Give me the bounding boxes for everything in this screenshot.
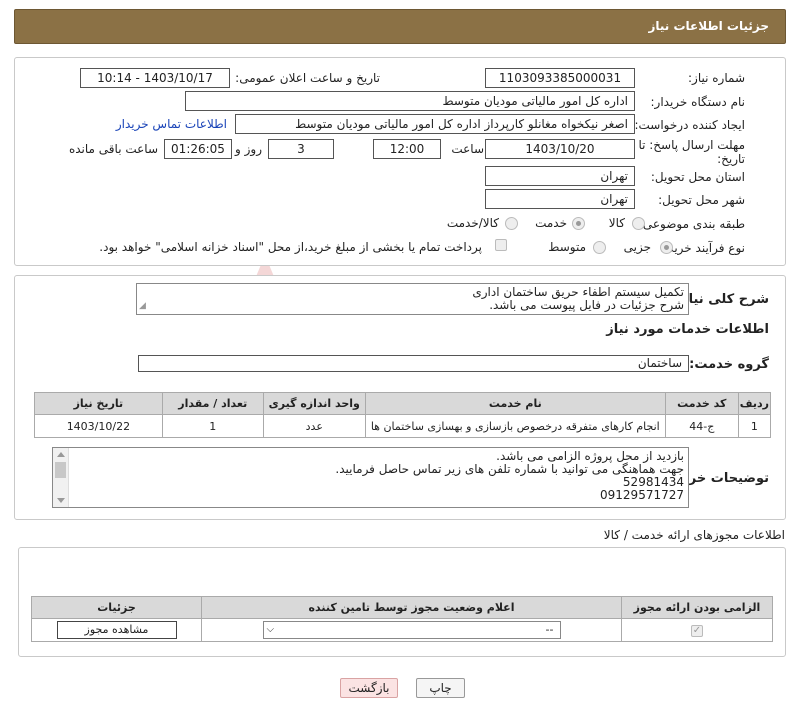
deadline-date-field: 1403/10/20 xyxy=(485,139,635,159)
process-radio-minor[interactable] xyxy=(660,241,673,254)
buyer-notes-line-2: جهت هماهنگی می توانید با شماره تلفن های … xyxy=(335,462,684,476)
services-section-title: اطلاعات خدمات مورد نیاز xyxy=(606,322,769,337)
days-remaining-field: 3 xyxy=(268,139,334,159)
col-service-code: کد خدمت xyxy=(664,392,739,415)
summary-label: شرح کلی نیاز: xyxy=(675,292,769,307)
cell-service-code: ج-44 xyxy=(664,414,739,438)
requester-label: ایجاد کننده درخواست: xyxy=(634,118,745,132)
col-permit-required: الزامی بودن ارائه مجوز xyxy=(621,596,773,619)
category-radio-goods-service[interactable] xyxy=(505,217,518,230)
col-quantity: تعداد / مقدار xyxy=(161,392,264,415)
scroll-down-icon[interactable] xyxy=(57,498,65,503)
cell-permit-required: ✓ xyxy=(621,618,773,642)
permits-table-header: الزامی بودن ارائه مجوز اعلام وضعیت مجوز … xyxy=(31,596,773,619)
page-header: جزئیات اطلاعات نیاز xyxy=(14,9,786,44)
permit-status-select[interactable]: -- ⌵ xyxy=(262,621,561,639)
cell-row: 1 xyxy=(737,414,772,438)
permit-required-checkbox[interactable]: ✓ xyxy=(691,625,703,637)
deadline-date-label: تاریخ: xyxy=(717,152,745,166)
table-row: ✓ -- ⌵ مشاهده مجوز xyxy=(31,618,773,642)
buyer-notes-textarea[interactable]: بازدید از محل پروژه الزامی می باشد. جهت … xyxy=(52,447,689,508)
days-label: روز و xyxy=(235,142,262,156)
permits-title: اطلاعات مجوزهای ارائه خدمت / کالا xyxy=(603,528,785,542)
cell-need-date: 1403/10/22 xyxy=(34,414,163,438)
province-field: تهران xyxy=(485,166,635,186)
cell-permit-status: -- ⌵ xyxy=(201,618,622,642)
category-option-goods-service: کالا/خدمت xyxy=(446,216,499,230)
city-label: شهر محل تحویل: xyxy=(658,193,745,207)
requester-field: اصغر نیکخواه مغانلو کارپرداز اداره کل ام… xyxy=(235,114,635,134)
summary-textarea[interactable]: تکمیل سیستم اطفاء حریق ساختمان اداری شرح… xyxy=(136,283,689,315)
deadline-time-field: 12:00 xyxy=(373,139,441,159)
scroll-up-icon[interactable] xyxy=(57,452,65,457)
remaining-time-field: 01:26:05 xyxy=(164,139,232,159)
service-group-label: گروه خدمت: xyxy=(689,357,769,372)
need-number-field: 1103093385000031 xyxy=(485,68,635,88)
buyer-contact-link[interactable]: اطلاعات تماس خریدار xyxy=(116,117,227,131)
buyer-notes-scrollbar[interactable] xyxy=(53,448,69,507)
table-row: 1 ج-44 انجام کارهای متفرقه درخصوص بازساز… xyxy=(34,414,772,438)
col-unit: واحد اندازه گیری xyxy=(262,392,366,415)
deadline-time-label: ساعت xyxy=(451,142,484,156)
category-option-service: خدمت xyxy=(535,216,567,230)
resize-grip-icon: ◢ xyxy=(139,301,146,311)
cell-permit-details: مشاهده مجوز xyxy=(31,618,202,642)
category-label: طبقه بندی موضوعی: xyxy=(638,217,745,231)
process-option-minor: جزیی xyxy=(623,240,651,254)
permits-table: الزامی بودن ارائه مجوز اعلام وضعیت مجوز … xyxy=(31,596,773,642)
buyer-org-field: اداره کل امور مالیاتی مودیان متوسط xyxy=(185,91,635,111)
treasury-checkbox[interactable] xyxy=(495,239,507,251)
services-table-header: ردیف کد خدمت نام خدمت واحد اندازه گیری ت… xyxy=(34,392,772,415)
announce-label: تاریخ و ساعت اعلان عمومی: xyxy=(235,71,380,85)
need-details-panel xyxy=(14,57,786,266)
cell-unit: عدد xyxy=(262,414,366,438)
deadline-label: مهلت ارسال پاسخ: تا xyxy=(638,138,745,152)
process-option-medium: متوسط xyxy=(548,240,586,254)
category-radio-service[interactable] xyxy=(572,217,585,230)
buyer-notes-line-4: 09129571727 xyxy=(600,488,684,502)
scroll-thumb[interactable] xyxy=(55,462,66,478)
category-option-goods: کالا xyxy=(608,216,625,230)
summary-line-2: شرح جزئیات در فایل پیوست می باشد. xyxy=(489,298,684,312)
print-button[interactable]: چاپ xyxy=(416,678,465,698)
category-radio-goods[interactable] xyxy=(632,217,645,230)
col-permit-details: جزئیات xyxy=(31,596,202,619)
process-radio-medium[interactable] xyxy=(593,241,606,254)
buyer-notes-line-3: 52981434 xyxy=(622,475,684,489)
city-field: تهران xyxy=(485,189,635,209)
view-permit-button[interactable]: مشاهده مجوز xyxy=(56,621,177,639)
buyer-org-label: نام دستگاه خریدار: xyxy=(650,95,746,109)
page-title: جزئیات اطلاعات نیاز xyxy=(648,19,769,33)
permit-status-value: -- xyxy=(545,623,554,636)
col-service-name: نام خدمت xyxy=(364,392,666,415)
cell-service-name: انجام کارهای متفرقه درخصوص بازسازی و بهس… xyxy=(364,414,666,438)
back-button[interactable]: بازگشت xyxy=(340,678,398,698)
province-label: استان محل تحویل: xyxy=(650,170,745,184)
announce-datetime-field: 1403/10/17 - 10:14 xyxy=(80,68,230,88)
col-need-date: تاریخ نیاز xyxy=(34,392,163,415)
col-permit-status: اعلام وضعیت مجوز توسط تامین کننده xyxy=(201,596,622,619)
remaining-time-label: ساعت باقی مانده xyxy=(68,142,158,156)
need-number-label: شماره نیاز: xyxy=(688,71,745,85)
treasury-text: پرداخت تمام یا بخشی از مبلغ خرید،از محل … xyxy=(99,240,482,254)
cell-quantity: 1 xyxy=(161,414,264,438)
col-row: ردیف xyxy=(737,392,772,415)
service-group-field: ساختمان xyxy=(138,355,689,372)
services-table: ردیف کد خدمت نام خدمت واحد اندازه گیری ت… xyxy=(34,392,772,438)
chevron-down-icon: ⌵ xyxy=(266,624,275,635)
